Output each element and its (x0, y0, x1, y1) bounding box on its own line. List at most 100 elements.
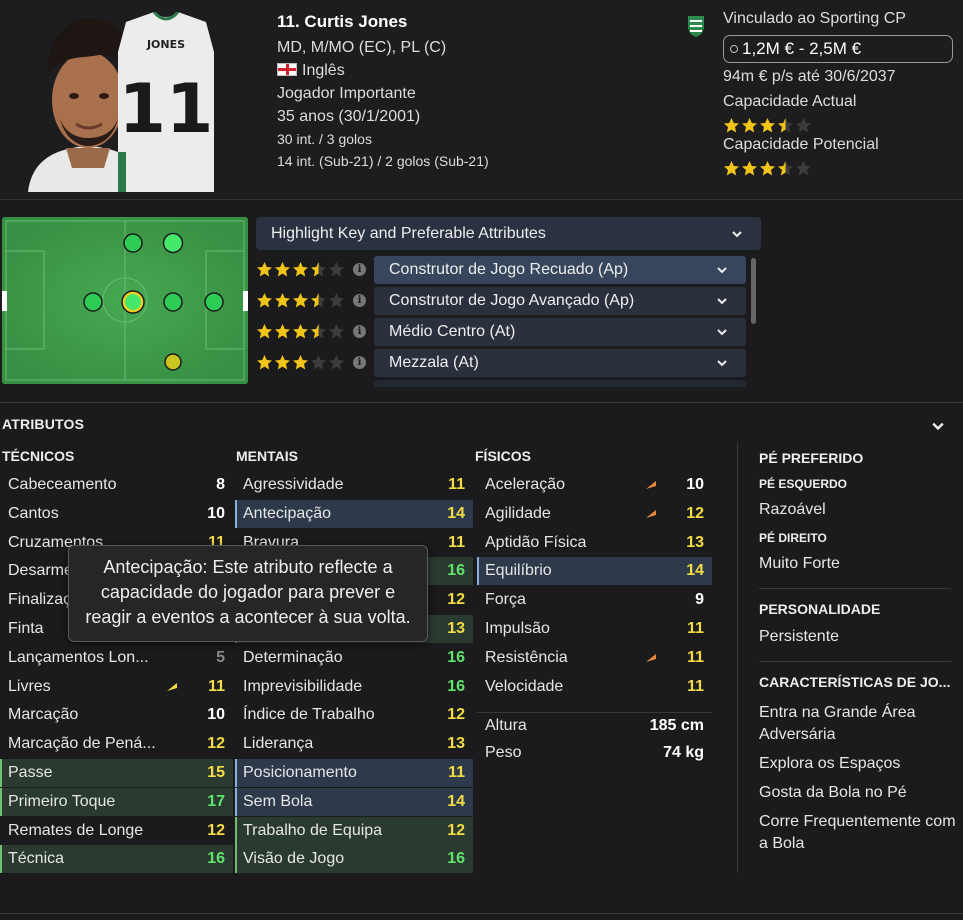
star-icon (310, 261, 327, 278)
attribute-trend-up-icon (167, 683, 177, 691)
role-row[interactable]: i Mezzala (At) (256, 349, 748, 377)
attribute-name: Remates de Longe (8, 822, 144, 839)
attribute-row[interactable]: Aptidão Física 13 (477, 529, 712, 557)
attribute-row[interactable]: Lançamentos Lon... 5 (0, 644, 233, 672)
roles-scrollbar[interactable] (751, 258, 756, 324)
attribute-row[interactable]: Liderança 13 (235, 730, 473, 758)
player-status: Jogador Importante (277, 85, 416, 102)
attribute-row[interactable]: Livres 11 (0, 673, 233, 701)
roles-panel: Highlight Key and Preferable Attributes … (256, 217, 762, 387)
club-crest-icon[interactable] (686, 14, 706, 38)
attribute-name: Primeiro Toque (8, 793, 116, 810)
attribute-row[interactable]: Imprevisibilidade 16 (235, 673, 473, 701)
attribute-row[interactable]: Passe 15 (0, 759, 233, 787)
attribute-row[interactable]: Marcação de Pená... 12 (0, 730, 233, 758)
star-icon (292, 261, 309, 278)
role-row[interactable]: i Construtor de Jogo Recuado (Ap) (256, 256, 748, 284)
star-icon (256, 323, 273, 340)
attribute-row[interactable]: Primeiro Toque 17 (0, 788, 233, 816)
trait-item[interactable]: Gosta da Bola no Pé (759, 782, 959, 804)
trait-item[interactable]: Corre Frequentemente com a Bola (759, 811, 959, 855)
attribute-row[interactable]: Velocidade 11 (477, 673, 712, 701)
attribute-row[interactable]: Técnica 16 (0, 845, 233, 873)
attribute-row[interactable]: Resistência 11 (477, 644, 712, 672)
tooltip-line: capacidade do jogador para prever e (100, 582, 396, 602)
attribute-row[interactable]: Posicionamento 11 (235, 759, 473, 787)
highlight-key-dropdown[interactable]: Highlight Key and Preferable Attributes (256, 217, 761, 250)
attribute-value: 14 (447, 505, 465, 522)
attribute-row[interactable]: Antecipação 14 (235, 500, 473, 528)
attribute-value: 11 (687, 620, 704, 637)
trait-item[interactable]: Explora os Espaços (759, 753, 959, 775)
attribute-name: Antecipação (243, 505, 332, 522)
jersey-name: JONES (146, 38, 185, 51)
attribute-name: Equilíbrio (485, 562, 552, 579)
attribute-row[interactable]: Agressividade 11 (235, 471, 473, 499)
player-positions: MD, M/MO (EC), PL (C) (277, 39, 447, 56)
attribute-row[interactable]: Índice de Trabalho 12 (235, 701, 473, 729)
highlight-key-label: Highlight Key and Preferable Attributes (271, 225, 546, 242)
attribute-name: Agilidade (485, 505, 551, 522)
collapse-chevron-icon[interactable] (932, 420, 944, 432)
attribute-row[interactable]: Equilíbrio 14 (477, 557, 712, 585)
position-dot (163, 292, 183, 312)
attribute-name: Marcação (8, 706, 79, 723)
position-dot (164, 353, 182, 371)
attribute-row[interactable]: Cantos 10 (0, 500, 233, 528)
attribute-value: 16 (447, 678, 465, 695)
attribute-value: 5 (216, 649, 225, 666)
info-icon[interactable]: i (353, 356, 366, 369)
role-row-partial[interactable] (256, 380, 748, 387)
attribute-name: Índice de Trabalho (243, 706, 375, 723)
trait-item[interactable]: Entra na Grande Área Adversária (759, 702, 959, 746)
left-foot-value: Razoável (759, 501, 826, 518)
attribute-row[interactable]: Trabalho de Equipa 12 (235, 817, 473, 845)
role-label[interactable]: Médio Centro (At) (374, 318, 746, 346)
attribute-row[interactable]: Visão de Jogo 16 (235, 845, 473, 873)
role-row[interactable]: i Médio Centro (At) (256, 318, 748, 346)
attribute-value: 14 (447, 793, 465, 810)
chevron-down-icon (717, 329, 727, 336)
attribute-row[interactable]: Determinação 16 (235, 644, 473, 672)
attribute-value: 12 (207, 822, 225, 839)
star-empty-icon (310, 354, 327, 371)
attribute-row[interactable]: Cabeceamento 8 (0, 471, 233, 499)
attribute-name: Lançamentos Lon... (8, 649, 149, 666)
attribute-value: 11 (687, 649, 704, 666)
attribute-value: 12 (447, 706, 465, 723)
potential-ability-stars (723, 160, 812, 178)
attribute-row[interactable]: Impulsão 11 (477, 615, 712, 643)
player-age: 35 anos (30/1/2001) (277, 108, 421, 125)
divider (759, 661, 951, 662)
info-icon[interactable]: i (353, 294, 366, 307)
transfer-value-field[interactable]: 1,2M € - 2,5M € (723, 35, 953, 63)
role-label[interactable]: Mezzala (At) (374, 349, 746, 377)
attribute-trend-up-icon (646, 510, 656, 518)
divider (737, 443, 738, 873)
role-row[interactable]: i Construtor de Jogo Avançado (Ap) (256, 287, 748, 315)
value-indicator-icon (730, 45, 738, 53)
attribute-name: Livres (8, 678, 51, 695)
attribute-value: 16 (447, 562, 465, 579)
attribute-row[interactable]: Aceleração 10 (477, 471, 712, 499)
attribute-row[interactable]: Agilidade 12 (477, 500, 712, 528)
role-label[interactable]: Construtor de Jogo Avançado (Ap) (374, 287, 746, 315)
role-label[interactable]: Construtor de Jogo Recuado (Ap) (374, 256, 746, 284)
divider (0, 913, 963, 914)
current-ability-label: Capacidade Actual (723, 93, 857, 110)
attributes-title: ATRIBUTOS (2, 416, 85, 432)
attribute-value: 9 (695, 591, 704, 608)
info-icon[interactable]: i (353, 325, 366, 338)
attribute-row[interactable]: Força 9 (477, 586, 712, 614)
info-icon[interactable]: i (353, 263, 366, 276)
attribute-row[interactable]: Remates de Longe 12 (0, 817, 233, 845)
attribute-name: Agressividade (243, 476, 344, 493)
attribute-value: 10 (207, 505, 225, 522)
attribute-row[interactable]: Sem Bola 14 (235, 788, 473, 816)
technical-title: TÉCNICOS (2, 448, 75, 464)
attribute-trend-up-icon (646, 654, 656, 662)
role-name: Médio Centro (At) (389, 323, 516, 340)
star-icon (256, 354, 273, 371)
attribute-row[interactable]: Marcação 10 (0, 701, 233, 729)
club-contract-label[interactable]: Vinculado ao Sporting CP (723, 10, 906, 28)
